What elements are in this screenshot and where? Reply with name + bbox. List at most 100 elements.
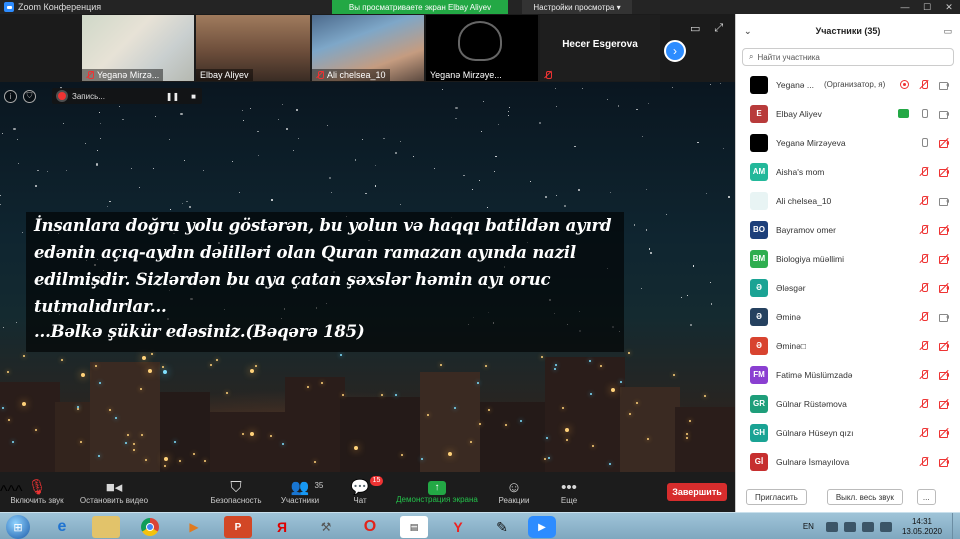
collapse-chevron-icon[interactable]: ⌄ xyxy=(744,26,752,37)
muted-microphone-icon[interactable] xyxy=(919,224,929,235)
participant-row[interactable]: GH Gülnarə Hüseyn qızı xyxy=(736,418,960,447)
video-off-icon[interactable] xyxy=(939,340,949,351)
minimize-icon[interactable]: — xyxy=(894,0,916,14)
stop-recording-button[interactable]: ■ xyxy=(191,92,196,101)
pop-out-icon[interactable]: ▭ xyxy=(943,26,952,37)
mute-all-button[interactable]: Выкл. весь звук xyxy=(826,489,903,505)
video-off-icon[interactable] xyxy=(939,282,949,293)
tools-icon[interactable]: ⚒ xyxy=(312,516,340,538)
participant-row[interactable]: Ə Əminə xyxy=(736,302,960,331)
video-camera-icon[interactable] xyxy=(939,109,949,119)
share-screen-button[interactable]: ↑ Демонстрация экрана xyxy=(388,472,486,512)
participant-row[interactable]: BM Biologiya müəllimi xyxy=(736,244,960,273)
input-language[interactable]: EN xyxy=(803,522,814,531)
info-icon[interactable]: i xyxy=(4,89,17,103)
participant-row[interactable]: GR Gülnar Rüstəmova xyxy=(736,389,960,418)
more-options-button[interactable]: ... xyxy=(916,489,936,505)
maximize-icon[interactable]: ☐ xyxy=(916,0,938,14)
video-tile[interactable]: Elbay Aliyev xyxy=(196,15,310,81)
star xyxy=(728,196,731,199)
opera-icon[interactable]: O xyxy=(356,516,384,538)
muted-microphone-icon[interactable] xyxy=(919,427,929,438)
participant-row[interactable]: Yeganə Mirzəyeva xyxy=(736,128,960,157)
avatar: Ə xyxy=(750,307,768,326)
participant-row[interactable]: FM Fatimə Müslümzadə xyxy=(736,360,960,389)
video-off-icon[interactable] xyxy=(939,427,949,438)
file-explorer-icon[interactable] xyxy=(92,516,120,538)
muted-microphone-icon[interactable] xyxy=(919,311,929,322)
muted-microphone-icon[interactable] xyxy=(919,253,929,264)
hide-strip-icon[interactable]: ▭ xyxy=(690,22,700,35)
video-off-icon[interactable] xyxy=(939,253,949,264)
muted-microphone-icon[interactable] xyxy=(919,282,929,293)
invite-button[interactable]: Пригласить xyxy=(746,489,807,505)
microphone-icon[interactable] xyxy=(919,108,929,119)
fullscreen-icon[interactable]: ⤢ xyxy=(714,22,723,35)
participant-row[interactable]: Ə Ələsgər xyxy=(736,273,960,302)
unmute-button[interactable]: 🎙 Включить звук xyxy=(6,472,68,512)
microphone-icon[interactable] xyxy=(919,137,929,148)
muted-microphone-icon[interactable] xyxy=(919,369,929,380)
video-off-icon[interactable] xyxy=(939,166,949,177)
muted-microphone-icon[interactable] xyxy=(919,79,929,90)
close-icon[interactable]: ✕ xyxy=(938,0,960,14)
tray-security-icon[interactable] xyxy=(843,521,856,532)
muted-microphone-icon[interactable] xyxy=(919,456,929,467)
video-tile-name: Yeganə Mirzə... xyxy=(82,69,164,81)
volume-icon[interactable] xyxy=(879,521,892,532)
video-tile[interactable]: Hecer Esgerova xyxy=(540,15,660,81)
video-off-icon[interactable] xyxy=(939,224,949,235)
video-camera-icon[interactable] xyxy=(939,312,949,322)
clock[interactable]: 14:31 13.05.2020 xyxy=(902,517,942,537)
reactions-button[interactable]: ☺ Реакции xyxy=(492,472,536,512)
smiley-plus-icon: ☺ xyxy=(506,479,522,496)
participants-button[interactable]: 👥 35 Участники xyxy=(276,472,324,512)
star xyxy=(109,201,111,203)
participant-row[interactable]: Ali chelsea_10 xyxy=(736,186,960,215)
video-camera-icon[interactable] xyxy=(939,80,949,90)
participant-search-input[interactable]: ⌕ Найти участника xyxy=(742,48,954,66)
video-off-icon[interactable] xyxy=(939,369,949,380)
network-icon[interactable] xyxy=(861,521,874,532)
video-off-icon[interactable] xyxy=(939,456,949,467)
muted-microphone-icon[interactable] xyxy=(919,195,929,206)
video-tile[interactable]: Yeganə Mirzə... xyxy=(82,15,194,81)
view-options-button[interactable]: Настройки просмотра ▾ xyxy=(522,0,632,14)
building xyxy=(620,387,680,472)
participant-row[interactable]: E Elbay Aliyev xyxy=(736,99,960,128)
end-meeting-button[interactable]: Завершить xyxy=(667,483,727,501)
pause-recording-button[interactable]: ❚❚ xyxy=(166,92,179,101)
zoom-app-icon[interactable]: ▶ xyxy=(528,516,556,538)
video-off-icon[interactable] xyxy=(939,398,949,409)
pen-tool-icon[interactable]: ✎ xyxy=(488,516,516,538)
start-button[interactable]: ⊞ xyxy=(6,515,30,539)
participant-row[interactable]: AM Aisha's mom xyxy=(736,157,960,186)
muted-microphone-icon[interactable] xyxy=(919,340,929,351)
video-off-icon[interactable] xyxy=(939,137,949,148)
media-player-icon[interactable]: ▶ xyxy=(180,516,208,538)
yandex-icon[interactable]: Y xyxy=(444,516,472,538)
show-desktop-button[interactable] xyxy=(952,513,960,539)
next-page-chevron-icon[interactable]: › xyxy=(664,40,686,62)
more-button[interactable]: ••• Еще xyxy=(552,472,586,512)
muted-microphone-icon[interactable] xyxy=(919,398,929,409)
video-tile[interactable]: Yeganə Mirzəye... xyxy=(426,15,538,81)
participant-row[interactable]: Yeganə ... (Организатор, я) xyxy=(736,70,960,99)
participant-row[interactable]: Gİ Gulnarə İsmayılova xyxy=(736,447,960,476)
participant-row[interactable]: Ə Əminə□ xyxy=(736,331,960,360)
powerpoint-icon[interactable]: P xyxy=(224,516,252,538)
quote-line: edənin açıq-aydın dəlilləri olan Quran r… xyxy=(34,243,576,262)
tray-app-icon[interactable] xyxy=(825,521,838,532)
internet-explorer-icon[interactable]: e xyxy=(48,516,76,538)
stop-video-button[interactable]: ■◂ Остановить видео xyxy=(74,472,154,512)
video-camera-icon[interactable] xyxy=(939,196,949,206)
chat-button[interactable]: 💬 15 Чат xyxy=(340,472,384,512)
security-button[interactable]: ⛉ Безопасность xyxy=(206,472,266,512)
yandex-browser-icon[interactable]: Я xyxy=(268,516,296,538)
muted-microphone-icon[interactable] xyxy=(919,166,929,177)
participant-row[interactable]: BO Bayramov omer xyxy=(736,215,960,244)
shield-icon[interactable]: ⛉ xyxy=(23,89,36,103)
video-tile[interactable]: Ali chelsea_10 xyxy=(312,15,424,81)
chrome-icon[interactable] xyxy=(136,516,164,538)
document-viewer-icon[interactable]: ▤ xyxy=(400,516,428,538)
